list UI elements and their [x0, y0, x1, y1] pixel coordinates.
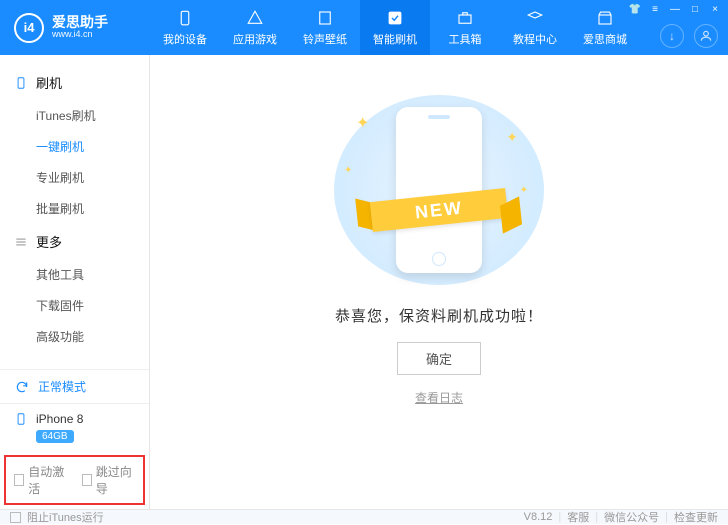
nav-label: 工具箱: [449, 31, 482, 47]
success-illustration: ✦ ✦ ✦ ✦ NEW: [334, 95, 544, 285]
support-link[interactable]: 客服: [567, 509, 589, 525]
phone-illustration: [396, 107, 482, 273]
download-icon[interactable]: ↓: [660, 24, 684, 48]
device-row[interactable]: iPhone 8 64GB: [0, 403, 149, 451]
nav-apps[interactable]: 应用游戏: [220, 0, 290, 55]
phone-icon: [14, 76, 28, 90]
checkbox-icon: [14, 474, 24, 486]
checkbox-label: 阻止iTunes运行: [27, 509, 104, 525]
mode-row[interactable]: 正常模式: [0, 369, 149, 403]
sidebar-group-flash[interactable]: 刷机: [0, 65, 149, 100]
checkbox-label: 跳过向导: [96, 463, 135, 497]
minimize-icon[interactable]: —: [668, 2, 682, 16]
close-icon[interactable]: ×: [708, 2, 722, 16]
nav-label: 铃声壁纸: [303, 31, 347, 47]
device-icon: [14, 412, 28, 426]
logo-area: i4 爱思助手 www.i4.cn: [0, 13, 150, 43]
nav-toolbox[interactable]: 工具箱: [430, 0, 500, 55]
checkbox-icon: [82, 474, 92, 486]
phone-icon: [176, 9, 194, 27]
refresh-icon: [14, 379, 30, 395]
checkbox-icon: [10, 512, 21, 523]
maximize-icon[interactable]: □: [688, 2, 702, 16]
sidebar-item-pro-flash[interactable]: 专业刷机: [36, 162, 149, 193]
star-icon: ✦: [344, 165, 352, 176]
logo-icon: i4: [14, 13, 44, 43]
apps-icon: [246, 9, 264, 27]
nav-label: 应用游戏: [233, 31, 277, 47]
device-name: iPhone 8: [36, 412, 83, 426]
storage-badge: 64GB: [36, 430, 74, 443]
main-content: ✦ ✦ ✦ ✦ NEW 恭喜您，保资料刷机成功啦！ 确定 查看日志: [150, 55, 728, 509]
flash-icon: [386, 9, 404, 27]
window-controls: 👕 ≡ — □ ×: [628, 2, 722, 16]
nav-flash[interactable]: 智能刷机: [360, 0, 430, 55]
sidebar-item-itunes-flash[interactable]: iTunes刷机: [36, 100, 149, 131]
sidebar-group-label: 更多: [36, 232, 62, 251]
tutorial-icon: [526, 9, 544, 27]
user-icon[interactable]: [694, 24, 718, 48]
sidebar-item-other-tools[interactable]: 其他工具: [36, 259, 149, 290]
sidebar-group-flash-items: iTunes刷机 一键刷机 专业刷机 批量刷机: [0, 100, 149, 224]
store-icon: [596, 9, 614, 27]
nav-label: 爱思商城: [583, 31, 627, 47]
nav-label: 智能刷机: [373, 31, 417, 47]
status-bar: 阻止iTunes运行 V8.12 | 客服 | 微信公众号 | 检查更新: [0, 509, 728, 524]
app-header: i4 爱思助手 www.i4.cn 我的设备 应用游戏 铃声壁纸 智能刷机 工具…: [0, 0, 728, 55]
nav-label: 我的设备: [163, 31, 207, 47]
sidebar-item-batch-flash[interactable]: 批量刷机: [36, 193, 149, 224]
skip-guide-checkbox[interactable]: 跳过向导: [82, 463, 136, 497]
block-itunes-checkbox[interactable]: 阻止iTunes运行: [10, 509, 104, 525]
toolbox-icon: [456, 9, 474, 27]
sidebar-item-oneclick-flash[interactable]: 一键刷机: [36, 131, 149, 162]
star-icon: ✦: [356, 113, 369, 133]
version-label: V8.12: [524, 511, 553, 523]
menu-icon[interactable]: ≡: [648, 2, 662, 16]
success-message: 恭喜您，保资料刷机成功啦！: [335, 305, 543, 326]
star-icon: ✦: [506, 129, 518, 146]
skin-icon[interactable]: 👕: [628, 2, 642, 16]
list-icon: [14, 235, 28, 249]
sidebar-group-more[interactable]: 更多: [0, 224, 149, 259]
nav-ringtones[interactable]: 铃声壁纸: [290, 0, 360, 55]
music-icon: [316, 9, 334, 27]
ribbon-text: NEW: [370, 188, 508, 232]
sidebar-group-more-items: 其他工具 下载固件 高级功能: [0, 259, 149, 352]
view-log-link[interactable]: 查看日志: [415, 389, 463, 406]
nav-tutorials[interactable]: 教程中心: [500, 0, 570, 55]
header-right-icons: ↓: [660, 24, 718, 48]
body: 刷机 iTunes刷机 一键刷机 专业刷机 批量刷机 更多 其他工具 下载固件 …: [0, 55, 728, 509]
top-nav: 我的设备 应用游戏 铃声壁纸 智能刷机 工具箱 教程中心 爱思商城: [150, 0, 640, 55]
confirm-button[interactable]: 确定: [397, 342, 481, 375]
app-title: 爱思助手: [52, 15, 108, 29]
star-icon: ✦: [520, 185, 528, 196]
mode-label: 正常模式: [38, 378, 86, 395]
logo-text: 爱思助手 www.i4.cn: [52, 15, 108, 40]
sidebar-item-download-fw[interactable]: 下载固件: [36, 290, 149, 321]
wechat-link[interactable]: 微信公众号: [604, 509, 659, 525]
sidebar-item-advanced[interactable]: 高级功能: [36, 321, 149, 352]
check-update-link[interactable]: 检查更新: [674, 509, 718, 525]
auto-activate-checkbox[interactable]: 自动激活: [14, 463, 68, 497]
sidebar: 刷机 iTunes刷机 一键刷机 专业刷机 批量刷机 更多 其他工具 下载固件 …: [0, 55, 150, 509]
checkbox-label: 自动激活: [28, 463, 67, 497]
options-box: 自动激活 跳过向导: [4, 455, 145, 505]
new-ribbon: NEW: [359, 191, 519, 231]
nav-label: 教程中心: [513, 31, 557, 47]
app-subtitle: www.i4.cn: [52, 29, 108, 40]
nav-my-device[interactable]: 我的设备: [150, 0, 220, 55]
sidebar-group-label: 刷机: [36, 73, 62, 92]
